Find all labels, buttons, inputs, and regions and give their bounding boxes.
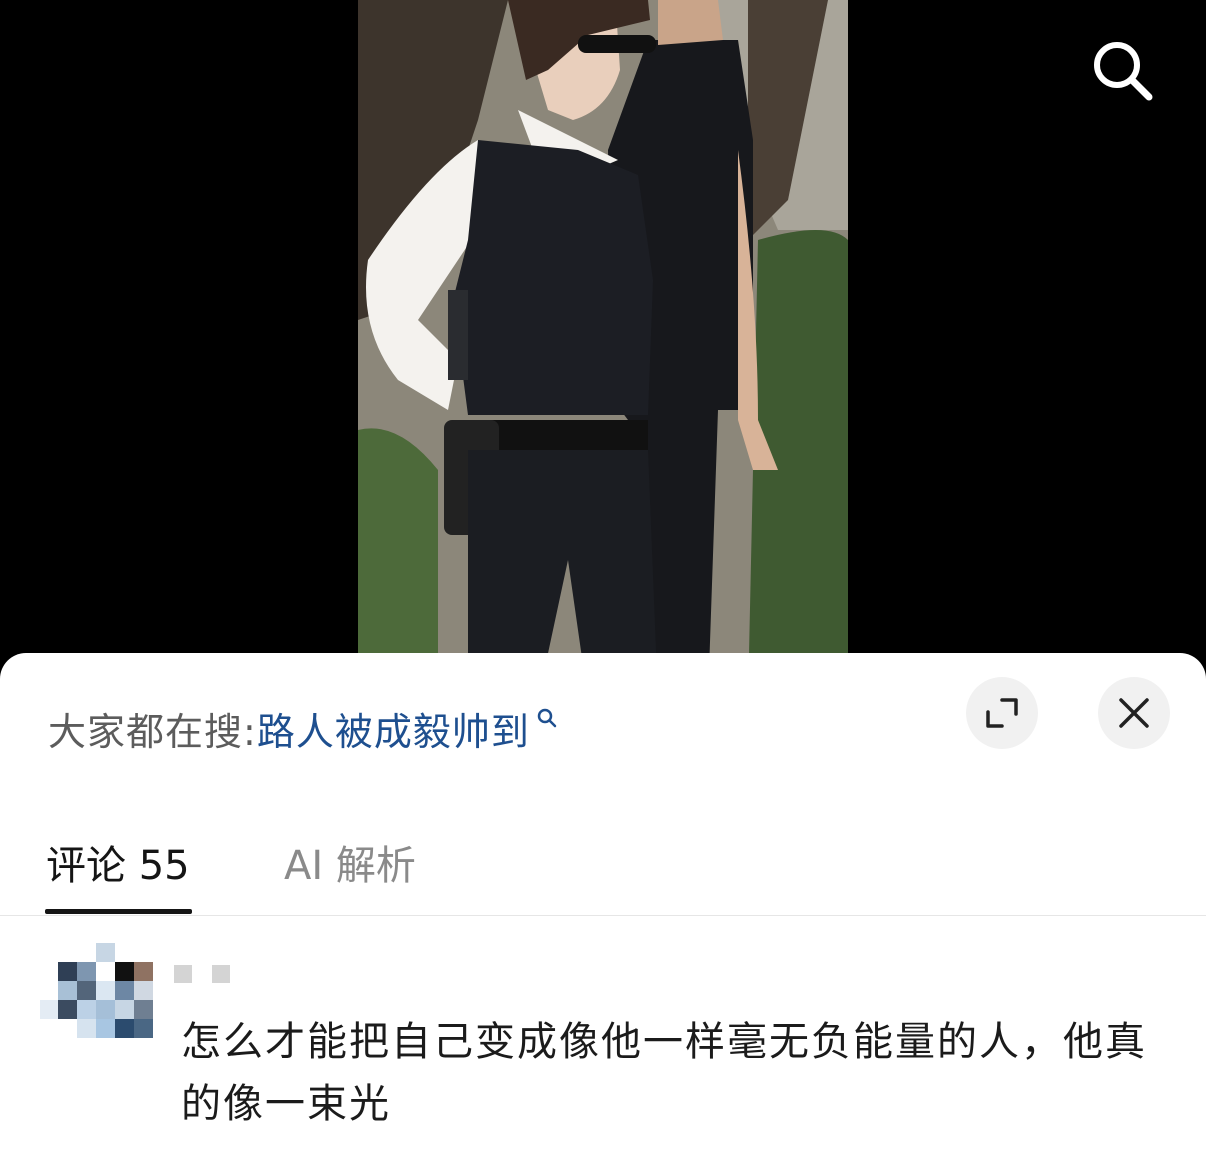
username-pixel bbox=[174, 965, 192, 983]
search-icon[interactable] bbox=[536, 707, 558, 729]
search-icon bbox=[1094, 42, 1153, 101]
active-tab-indicator bbox=[45, 909, 192, 914]
comment-sheet: 大家都在搜: 路人被成毅帅到 评论 55 AI 解析 怎么才能把自己变成像他一样… bbox=[0, 653, 1206, 1176]
expand-button[interactable] bbox=[966, 677, 1038, 749]
expand-icon bbox=[986, 698, 1018, 728]
close-button[interactable] bbox=[1098, 677, 1170, 749]
trending-search-term[interactable]: 路人被成毅帅到 bbox=[257, 701, 530, 756]
video-search-button[interactable] bbox=[1082, 30, 1162, 110]
video-scene-image bbox=[358, 0, 848, 700]
video-frame[interactable] bbox=[358, 0, 848, 700]
tab-comments[interactable]: 评论 55 bbox=[46, 833, 190, 891]
username-pixel bbox=[212, 965, 230, 983]
trending-search-prefix: 大家都在搜: bbox=[48, 709, 257, 754]
tab-ai-analysis[interactable]: AI 解析 bbox=[284, 833, 416, 891]
sheet-tabs: 评论 55 AI 解析 bbox=[0, 823, 1206, 916]
username-blurred[interactable] bbox=[174, 965, 234, 985]
close-icon bbox=[1119, 698, 1149, 728]
comment-text: 怎么才能把自己变成像他一样毫无负能量的人，他真的像一束光 bbox=[181, 1019, 1147, 1127]
trending-search: 大家都在搜: 路人被成毅帅到 bbox=[48, 693, 558, 763]
avatar[interactable] bbox=[40, 943, 155, 1043]
video-player[interactable] bbox=[0, 0, 1206, 700]
